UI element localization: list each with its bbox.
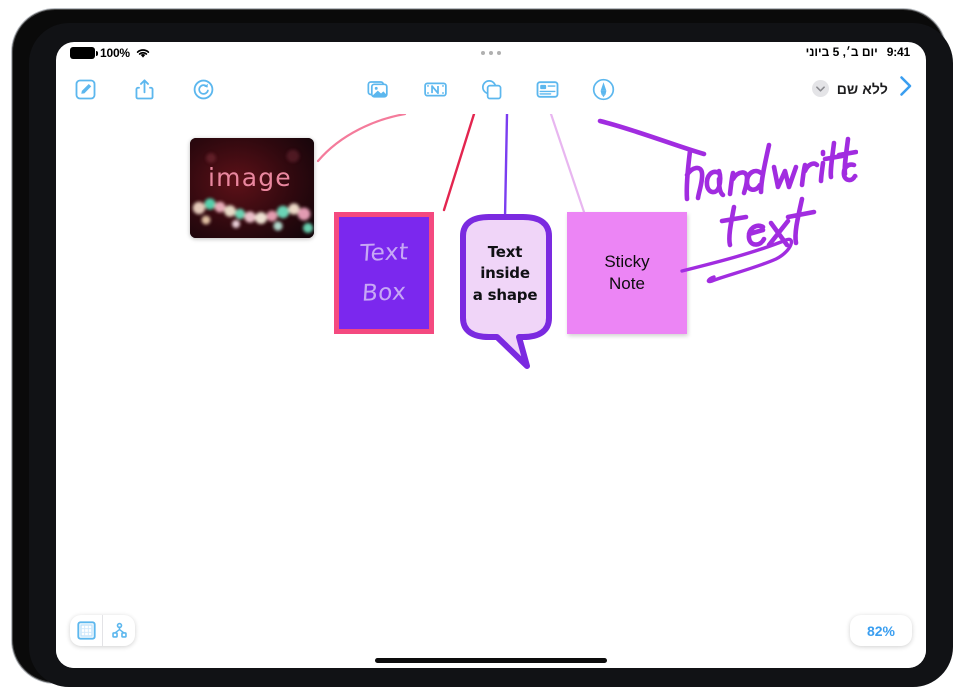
sticky-line-1: Sticky bbox=[604, 251, 650, 271]
sticky-line-2: Note bbox=[609, 274, 645, 293]
toolbar-left-group bbox=[70, 74, 218, 104]
share-up-arrow-icon bbox=[135, 78, 153, 99]
connector-to-image bbox=[316, 114, 407, 163]
whiteboard-canvas[interactable]: image image Text Box Text inside bbox=[56, 114, 926, 668]
compose-button[interactable] bbox=[70, 74, 100, 104]
connector-to-sticky-note bbox=[549, 114, 586, 214]
status-date-label: יום ב׳, 5 ביוני bbox=[805, 45, 878, 59]
bubble-line-3: a shape bbox=[472, 285, 538, 304]
canvas-view-controls bbox=[70, 615, 135, 646]
zoom-level-button[interactable]: 82% bbox=[850, 615, 912, 646]
text-box-line-2: Box bbox=[360, 279, 408, 307]
document-options-button[interactable] bbox=[811, 80, 829, 97]
text-box-icon bbox=[423, 81, 447, 97]
node-map-icon bbox=[111, 622, 127, 638]
handwritten-text-strokes bbox=[680, 136, 866, 284]
connector-to-text-box bbox=[442, 114, 476, 212]
insert-text-box-button[interactable] bbox=[420, 74, 450, 104]
photos-stack-icon bbox=[366, 80, 388, 98]
share-button[interactable] bbox=[129, 74, 159, 104]
status-bar: 100% יום ב׳, 5 ביוני 9:41 bbox=[56, 42, 926, 68]
map-view-button[interactable] bbox=[103, 615, 135, 646]
chevron-right-icon bbox=[900, 76, 912, 96]
battery-percent-label: 100% bbox=[100, 46, 130, 60]
home-indicator[interactable] bbox=[375, 658, 607, 663]
text-box-line-1: Text bbox=[358, 239, 410, 267]
toolbar-insert-group bbox=[364, 74, 618, 104]
insert-sticky-note-button[interactable] bbox=[532, 74, 562, 104]
app-toolbar: ללא שם bbox=[56, 68, 926, 114]
insert-media-button[interactable] bbox=[364, 74, 394, 104]
canvas-text-box[interactable]: Text Box bbox=[334, 212, 434, 334]
next-button[interactable] bbox=[898, 74, 914, 103]
status-time-label: 9:41 bbox=[886, 45, 910, 59]
device-bezel: 100% יום ב׳, 5 ביוני 9:41 ללא שם image T… bbox=[11, 8, 953, 687]
page-thumbnails-button[interactable] bbox=[70, 615, 102, 646]
svg-text:image: image bbox=[208, 163, 292, 192]
bubble-line-1: Text bbox=[487, 243, 523, 261]
connector-to-shape bbox=[503, 114, 509, 220]
markup-pen-button[interactable] bbox=[588, 74, 618, 104]
page-grid-icon bbox=[76, 621, 96, 640]
speech-bubble-text: Text inside a shape bbox=[449, 242, 561, 306]
sticky-note-icon bbox=[536, 80, 558, 98]
screenshot-root: 100% יום ב׳, 5 ביוני 9:41 ללא שם image T… bbox=[0, 0, 958, 692]
status-bar-right: יום ב׳, 5 ביוני 9:41 bbox=[805, 45, 911, 59]
compose-pencil-square-icon bbox=[75, 79, 95, 99]
markup-pen-circle-icon bbox=[592, 78, 614, 100]
sticky-note-text: Sticky Note bbox=[604, 251, 649, 296]
canvas-speech-bubble[interactable]: Text inside a shape bbox=[449, 214, 561, 394]
canvas-handwritten-ink[interactable] bbox=[668, 119, 866, 289]
toolbar-right-group: ללא שם bbox=[811, 74, 914, 103]
wifi-icon bbox=[136, 49, 150, 58]
canvas-image-card[interactable]: image bbox=[190, 138, 314, 238]
bubble-line-2: inside bbox=[480, 264, 530, 283]
insert-shape-button[interactable] bbox=[476, 74, 506, 104]
redo-circular-arrow-icon bbox=[193, 79, 213, 99]
undo-redo-button[interactable] bbox=[188, 74, 218, 104]
multitasking-dots-icon[interactable] bbox=[481, 51, 501, 55]
chevron-down-icon bbox=[815, 85, 825, 92]
shapes-icon bbox=[481, 79, 501, 99]
device-screen: 100% יום ב׳, 5 ביוני 9:41 ללא שם image T… bbox=[56, 42, 926, 668]
document-title[interactable]: ללא שם bbox=[837, 81, 888, 97]
status-bar-left: 100% bbox=[70, 46, 151, 60]
image-thumbnail: image bbox=[190, 138, 314, 238]
battery-full-icon bbox=[70, 47, 98, 59]
